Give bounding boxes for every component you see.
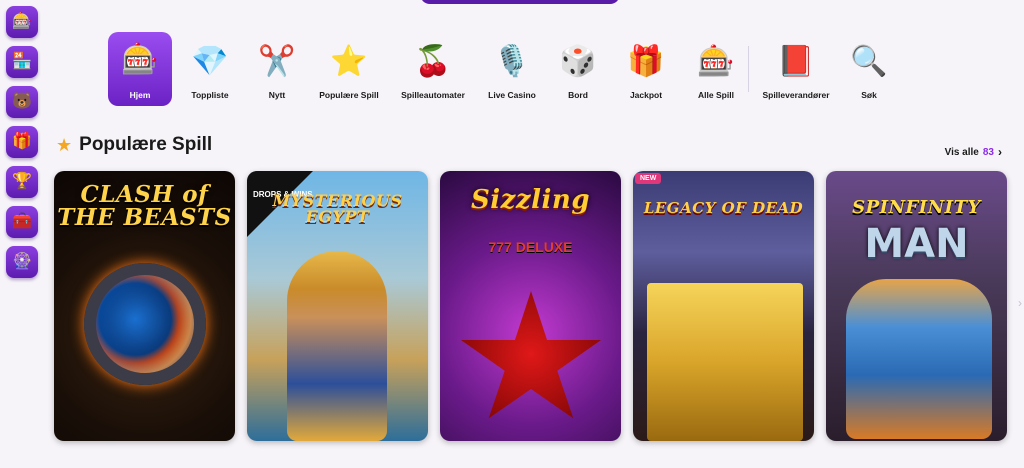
gift-icon[interactable]: 🎁 bbox=[6, 126, 38, 158]
nav-item-jackpot[interactable]: 🎁 Jackpot bbox=[606, 32, 686, 106]
nav-item-populaere-spill[interactable]: ⭐ Populære Spill bbox=[306, 32, 392, 106]
nav-divider bbox=[748, 46, 749, 92]
carousel-next-icon[interactable]: › bbox=[1018, 296, 1022, 310]
game-title: CLASH of THE BEASTS bbox=[57, 181, 232, 231]
nav-label: Alle Spill bbox=[698, 90, 734, 100]
nav-label: Live Casino bbox=[488, 90, 536, 100]
home-slot-icon: 🎰 bbox=[121, 43, 159, 76]
jackpot-box-icon: 🎁 bbox=[627, 45, 665, 78]
slot-reel-icon: 🎰 bbox=[697, 45, 735, 78]
chevron-right-icon: › bbox=[998, 145, 1002, 159]
game-artwork bbox=[647, 283, 803, 441]
game-artwork bbox=[287, 251, 387, 441]
game-title: MYSTERIOUS EGYPT bbox=[272, 191, 403, 226]
nav-item-live-casino[interactable]: 🎙️ Live Casino bbox=[474, 32, 550, 106]
star-icon: ⭐ bbox=[330, 45, 368, 78]
mascot-icon[interactable]: 🐻 bbox=[6, 86, 38, 118]
game-title: LEGACY OF DEAD bbox=[643, 199, 804, 217]
new-badge: NEW bbox=[635, 173, 662, 184]
game-card[interactable]: DROPS & WINS MYSTERIOUS EGYPT bbox=[247, 171, 428, 441]
dice-icon: 🎲 bbox=[559, 45, 597, 78]
wheel-icon[interactable]: 🎡 bbox=[6, 246, 38, 278]
nav-item-hjem[interactable]: 🎰 Hjem bbox=[108, 32, 172, 106]
nav-item-spilleverandorer[interactable]: 📕 Spilleverandører bbox=[751, 32, 841, 106]
game-subtitle: MAN bbox=[864, 221, 969, 267]
nav-label: Populære Spill bbox=[319, 90, 379, 100]
nav-item-nytt[interactable]: ✂️ Nytt bbox=[248, 32, 306, 106]
game-carousel: CLASH of THE BEASTS DROPS & WINS MYSTERI… bbox=[54, 171, 1007, 441]
cherries-icon: 🍒 bbox=[414, 45, 452, 78]
game-artwork bbox=[460, 291, 602, 419]
nav-item-spilleautomater[interactable]: 🍒 Spilleautomater bbox=[392, 32, 474, 106]
book-icon: 📕 bbox=[777, 45, 815, 78]
left-sidebar: 🎰 🏪 🐻 🎁 🏆 🧰 🎡 bbox=[6, 6, 40, 278]
nav-label: Nytt bbox=[268, 90, 286, 100]
game-artwork bbox=[846, 279, 992, 439]
microphone-icon: 🎙️ bbox=[493, 45, 531, 78]
slot-machine-icon[interactable]: 🎰 bbox=[6, 6, 38, 38]
nav-label: Spilleverandører bbox=[762, 90, 830, 100]
star-icon: ★ bbox=[56, 135, 73, 155]
game-subtitle: 777 DELUXE bbox=[488, 239, 573, 255]
trophy-icon[interactable]: 🏆 bbox=[6, 166, 38, 198]
treasure-chest-icon[interactable]: 🧰 bbox=[6, 206, 38, 238]
view-all-count: 83 bbox=[982, 146, 994, 158]
game-artwork bbox=[84, 263, 206, 385]
game-card[interactable]: CLASH of THE BEASTS bbox=[54, 171, 235, 441]
nav-item-toppliste[interactable]: 💎 Toppliste bbox=[172, 32, 248, 106]
section-title: Populære Spill bbox=[79, 134, 213, 155]
nav-label: Jackpot bbox=[629, 90, 663, 100]
shop-icon[interactable]: 🏪 bbox=[6, 46, 38, 78]
view-all-link[interactable]: Vis alle 83 › bbox=[945, 145, 1002, 159]
game-card[interactable]: NEW LEGACY OF DEAD bbox=[633, 171, 814, 441]
category-nav: 🎰 Hjem 💎 Toppliste ✂️ Nytt ⭐ Populære Sp… bbox=[108, 32, 897, 106]
game-card[interactable]: SPINFINITY MAN bbox=[826, 171, 1007, 441]
search-icon: 🔍 bbox=[850, 45, 888, 78]
nav-label: Hjem bbox=[129, 90, 151, 100]
scissors-ribbon-icon: ✂️ bbox=[258, 45, 296, 78]
gem-icon: 💎 bbox=[191, 45, 229, 78]
top-header-tab bbox=[420, 0, 620, 4]
nav-item-sok[interactable]: 🔍 Søk bbox=[841, 32, 897, 106]
game-title: Sizzling bbox=[470, 185, 591, 215]
game-title: SPINFINITY bbox=[852, 197, 981, 218]
nav-item-bord[interactable]: 🎲 Bord bbox=[550, 32, 606, 106]
section-header: ★ Populære Spill bbox=[56, 134, 212, 156]
nav-label: Toppliste bbox=[191, 90, 229, 100]
nav-label: Spilleautomater bbox=[401, 90, 465, 100]
nav-label: Søk bbox=[861, 90, 877, 100]
view-all-label: Vis alle bbox=[944, 146, 979, 158]
nav-label: Bord bbox=[568, 90, 588, 100]
nav-item-alle-spill[interactable]: 🎰 Alle Spill bbox=[686, 32, 746, 106]
game-card[interactable]: Sizzling 777 DELUXE bbox=[440, 171, 621, 441]
